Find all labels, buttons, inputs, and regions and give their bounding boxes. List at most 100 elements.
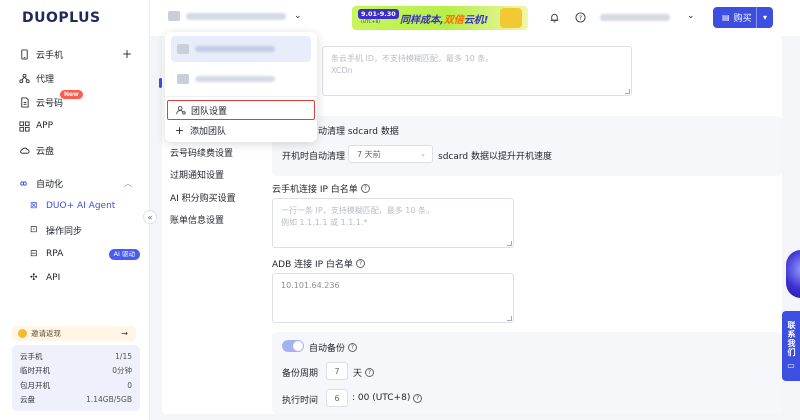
menu-item-number-renewal[interactable]: 云号码续费设置 xyxy=(170,141,260,164)
sidebar-item-label: APP xyxy=(36,121,54,131)
sidebar-item-api[interactable]: ✣ API xyxy=(0,266,150,290)
textarea-placeholder: XCDn xyxy=(331,66,353,75)
sidebar-group-label: 自动化 xyxy=(36,179,64,190)
team-option[interactable] xyxy=(171,66,311,92)
usage-label: 包月开机 xyxy=(20,380,50,390)
chevron-down-icon[interactable]: ⌄ xyxy=(687,11,695,21)
usage-row: 云手机 1/15 xyxy=(20,349,132,364)
team-avatar xyxy=(168,11,180,21)
sidebar-group-automation[interactable]: 自动化 ︿ xyxy=(0,172,150,194)
exec-time-suffix: : 00 (UTC+8) ? xyxy=(352,393,423,403)
adb-whitelist-textarea[interactable]: 10.101.64.236 xyxy=(272,273,514,323)
menu-item-expiry-notice[interactable]: 过期通知设置 xyxy=(170,164,260,187)
invite-cashback-banner[interactable]: 邀请返现 → xyxy=(12,326,136,341)
textarea-placeholder: 例如 1.1.1.1 或 1.1.1.* xyxy=(281,218,368,227)
sdcard-title: 动清理 sdcard 数据 xyxy=(318,127,399,137)
adb-whitelist-label: ADB 连接 IP 白名单 ? xyxy=(272,257,365,270)
banner-text: 同样成本,双倍云机! xyxy=(400,11,488,26)
buy-button-main[interactable]: ▤ 购买 xyxy=(713,7,757,28)
team-dropdown: 团队设置 + 添加团队 xyxy=(165,32,317,142)
promo-banner[interactable]: 9.01-9.30 (UTC+8) 同样成本,双倍云机! xyxy=(352,6,528,30)
user-account-blurred[interactable] xyxy=(600,14,670,21)
usage-value: 0分钟 xyxy=(112,366,132,376)
banner-text-3: 云机! xyxy=(463,15,489,26)
sidebar-item-label: 操作同步 xyxy=(46,226,83,237)
plus-icon: + xyxy=(174,123,185,137)
help-icon[interactable]: ? xyxy=(355,259,365,268)
banner-text-highlight: 双倍 xyxy=(443,15,464,26)
phone-icon xyxy=(18,48,30,60)
help-icon[interactable]: ? xyxy=(348,343,358,352)
sdcard-days-select[interactable]: 7 天前 ⌄ xyxy=(348,145,433,163)
mascot-icon xyxy=(500,8,522,28)
resize-handle[interactable] xyxy=(625,89,630,94)
ai-driven-badge: AI 驱动 xyxy=(108,248,140,260)
contact-label: 联系我们 xyxy=(787,321,796,357)
usage-panel: 云手机 1/15 临时开机 0分钟 包月开机 0 云盘 1.14GB/5GB xyxy=(12,345,140,411)
menu-item-label: 团队设置 xyxy=(191,106,228,117)
label-text: 自动备份 xyxy=(309,344,346,354)
resize-handle[interactable] xyxy=(507,316,512,321)
active-indicator xyxy=(159,78,162,88)
divider xyxy=(165,96,317,97)
team-option-current[interactable] xyxy=(171,36,311,62)
select-value: 7 天前 xyxy=(357,149,381,159)
help-icon[interactable]: ? xyxy=(574,11,587,24)
team-name-blurred xyxy=(186,12,286,20)
usage-label: 云盘 xyxy=(20,395,35,405)
sidebar-item-sync[interactable]: ⊡ 操作同步 xyxy=(0,218,150,242)
backup-cycle-input[interactable]: 7 xyxy=(326,362,348,380)
add-phone-button[interactable]: + xyxy=(122,47,132,61)
buy-label: 购买 xyxy=(733,14,752,24)
team-name-blurred xyxy=(195,76,275,82)
help-icon[interactable]: ? xyxy=(413,393,423,403)
menu-item-ai-points[interactable]: AI 积分购买设置 xyxy=(170,186,260,209)
apps-icon xyxy=(18,120,30,132)
resize-handle[interactable] xyxy=(507,241,512,246)
chevron-down-icon: ⌄ xyxy=(420,150,426,158)
sim-icon xyxy=(18,96,30,108)
sidebar-item-label: API xyxy=(46,273,61,283)
ip-whitelist-label: 云手机连接 IP 白名单 ? xyxy=(272,182,370,195)
backup-cycle-label: 备份周期 xyxy=(282,369,319,379)
logo[interactable]: DUOPLUS xyxy=(22,10,101,26)
team-settings-menu-item[interactable]: 团队设置 xyxy=(167,100,315,120)
sidebar-item-label: DUO+ AI Agent xyxy=(46,201,116,211)
sidebar-item-cloud-disk[interactable]: 云盘 xyxy=(0,138,150,162)
team-selector[interactable]: ⌄ xyxy=(168,11,302,21)
bell-icon[interactable] xyxy=(548,11,561,24)
contact-us-button[interactable]: 联系我们 ▭ xyxy=(782,311,800,381)
unit-text: 天 xyxy=(353,369,363,379)
ip-whitelist-textarea[interactable]: 一行一条 IP，支持模糊匹配，最多 10 条。 例如 1.1.1.1 或 1.1… xyxy=(272,198,514,248)
menu-item-billing-info[interactable]: 账单信息设置 xyxy=(170,209,260,232)
usage-value: 1.14GB/5GB xyxy=(86,395,132,405)
sidebar-item-proxy[interactable]: 代理 xyxy=(0,66,150,90)
auto-backup-toggle[interactable] xyxy=(282,340,304,352)
sidebar-item-cloud-phone[interactable]: 云手机 + xyxy=(0,42,150,66)
phone-id-textarea[interactable]: 条云手机 ID，不支持模糊匹配，最多 10 条。 XCDn xyxy=(322,46,632,96)
help-icon[interactable]: ? xyxy=(360,184,370,193)
ai-assistant-ball[interactable] xyxy=(786,250,800,298)
logo-text: DUOPLUS xyxy=(22,10,101,26)
add-team-menu-item[interactable]: + 添加团队 xyxy=(167,120,315,140)
label-text: ADB 连接 IP 白名单 xyxy=(272,260,353,270)
sidebar-item-app[interactable]: APP xyxy=(0,114,150,138)
usage-label: 云手机 xyxy=(20,351,43,361)
sidebar-item-cloud-number[interactable]: 云号码 New xyxy=(0,90,150,114)
ai-agent-icon: ⊠ xyxy=(30,201,38,211)
new-badge: New xyxy=(60,90,83,99)
collapse-sidebar-button[interactable]: « xyxy=(143,210,157,224)
sidebar-item-rpa[interactable]: ⊟ RPA AI 驱动 xyxy=(0,242,150,266)
usage-value: 0 xyxy=(127,380,132,390)
buy-more-button[interactable]: ▾ xyxy=(757,13,773,22)
usage-row: 临时开机 0分钟 xyxy=(20,364,132,379)
exec-hour-input[interactable]: 6 xyxy=(326,389,348,407)
textarea-value: 10.101.64.236 xyxy=(281,281,340,290)
settings-content: 条云手机 ID，不支持模糊匹配，最多 10 条。 XCDn 动清理 sdcard… xyxy=(272,36,782,414)
buy-button[interactable]: ▤ 购买 ▾ xyxy=(713,7,773,28)
backup-cycle-unit: 天 ? xyxy=(353,366,375,379)
help-icon[interactable]: ? xyxy=(365,368,375,377)
team-avatar xyxy=(177,74,189,84)
sidebar-item-ai-agent[interactable]: ⊠ DUO+ AI Agent xyxy=(0,194,150,218)
sdcard-suffix: sdcard 数据以提升开机速度 xyxy=(438,152,552,162)
